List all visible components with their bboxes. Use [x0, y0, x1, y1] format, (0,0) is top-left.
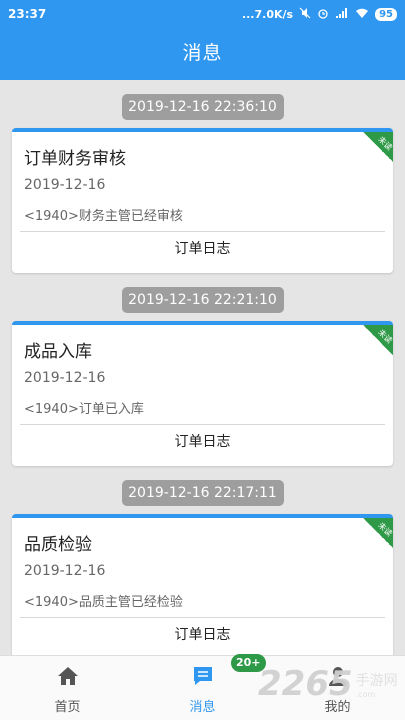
- message-card[interactable]: 品质检验 2019-12-16 <1940>品质主管已经检验 订单日志 未读: [12, 514, 393, 655]
- card-divider: [20, 424, 385, 425]
- order-log-link[interactable]: 订单日志: [12, 238, 393, 258]
- message-title: 成品入库: [24, 342, 92, 362]
- message-card[interactable]: 订单财务审核 2019-12-16 <1940>财务主管已经审核 订单日志 未读: [12, 128, 393, 273]
- message-title: 订单财务审核: [24, 149, 126, 169]
- unread-label: 未读: [376, 327, 393, 346]
- message-icon: [192, 666, 214, 690]
- watermark-text: 手游网 .com: [356, 670, 398, 699]
- home-icon: [57, 666, 79, 690]
- message-description: <1940>订单已入库: [24, 402, 144, 417]
- battery-indicator: 95: [375, 7, 397, 21]
- message-date: 2019-12-16: [24, 370, 106, 386]
- card-divider: [20, 231, 385, 232]
- message-date: 2019-12-16: [24, 563, 106, 579]
- message-timestamp: 2019-12-16 22:21:10: [121, 287, 284, 313]
- order-log-link[interactable]: 订单日志: [12, 624, 393, 644]
- message-date: 2019-12-16: [24, 177, 106, 193]
- message-list[interactable]: 2019-12-16 22:36:10 订单财务审核 2019-12-16 <1…: [0, 80, 405, 655]
- message-group: 2019-12-16 22:21:10 成品入库 2019-12-16 <194…: [0, 273, 405, 466]
- nav-label: 首页: [54, 700, 81, 715]
- top-bar: 23:37 ...7.0K/s 95 消息: [0, 0, 405, 80]
- nav-item-home[interactable]: 首页: [0, 656, 135, 720]
- message-title: 品质检验: [24, 535, 92, 555]
- message-description: <1940>品质主管已经检验: [24, 595, 183, 610]
- unread-label: 未读: [376, 520, 393, 539]
- unread-ribbon: 未读: [363, 518, 393, 548]
- unread-ribbon: 未读: [363, 325, 393, 355]
- status-indicators: ...7.0K/s 95: [242, 7, 397, 22]
- watermark-number: 2265: [258, 664, 353, 704]
- order-log-link[interactable]: 订单日志: [12, 431, 393, 451]
- alarm-icon: [317, 7, 329, 22]
- status-time: 23:37: [8, 7, 47, 21]
- message-group: 2019-12-16 22:36:10 订单财务审核 2019-12-16 <1…: [0, 80, 405, 273]
- status-bar: 23:37 ...7.0K/s 95: [0, 0, 405, 28]
- network-speed: ...7.0K/s: [241, 7, 294, 21]
- card-divider: [20, 617, 385, 618]
- watermark-suffix: .com: [355, 689, 376, 699]
- message-description: <1940>财务主管已经审核: [24, 209, 183, 224]
- unread-label: 未读: [376, 134, 393, 153]
- signal-icon: [335, 7, 349, 22]
- message-timestamp: 2019-12-16 22:17:11: [121, 480, 284, 506]
- unread-ribbon: 未读: [363, 132, 393, 162]
- message-timestamp: 2019-12-16 22:36:10: [121, 94, 284, 120]
- page-title: 消息: [182, 42, 223, 64]
- wifi-icon: [355, 7, 369, 22]
- mute-icon: [299, 7, 311, 22]
- site-watermark: 2265 手游网 .com: [258, 664, 398, 704]
- message-group: 2019-12-16 22:17:11 品质检验 2019-12-16 <194…: [0, 466, 405, 655]
- nav-item-messages[interactable]: 消息 20+: [135, 654, 270, 720]
- nav-label: 消息: [189, 700, 216, 715]
- message-card[interactable]: 成品入库 2019-12-16 <1940>订单已入库 订单日志 未读: [12, 321, 393, 466]
- watermark-label: 手游网: [355, 672, 398, 689]
